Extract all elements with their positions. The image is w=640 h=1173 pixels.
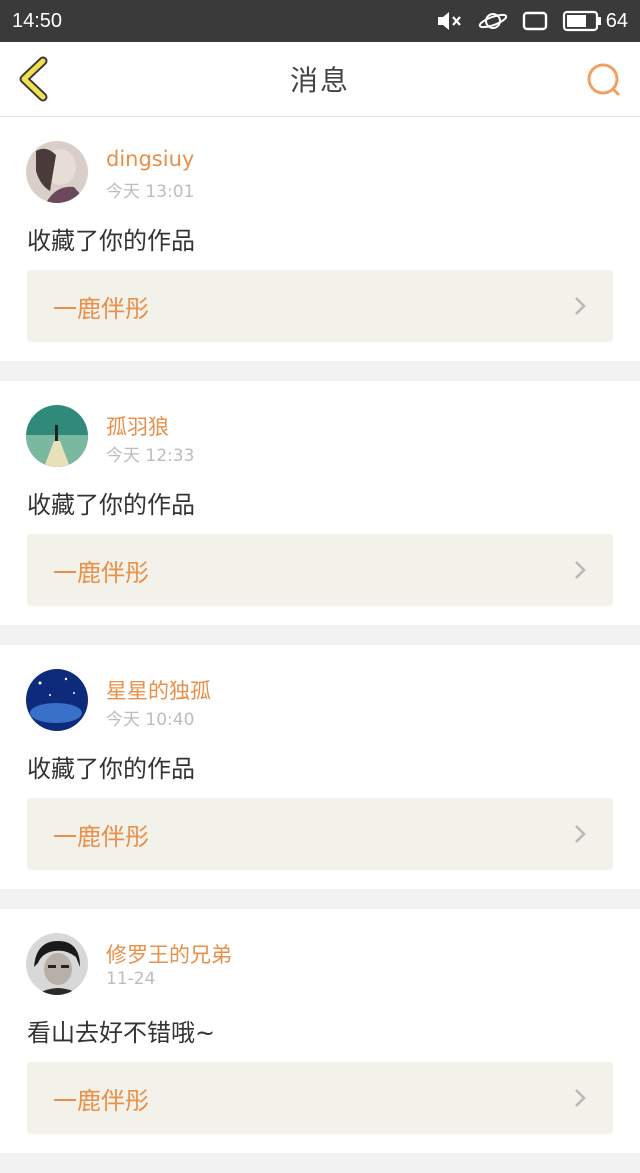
back-button[interactable] — [16, 56, 52, 102]
work-title: 一鹿伴彤 — [53, 558, 149, 587]
message-text: 收藏了你的作品 — [27, 227, 195, 255]
search-icon — [587, 63, 620, 96]
avatar[interactable] — [26, 141, 88, 203]
message-time: 11-24 — [106, 969, 156, 989]
user-name[interactable]: 星星的独孤 — [106, 675, 211, 705]
message-list: dingsiuy 今天 13:01 收藏了你的作品 一鹿伴彤 孤羽狼 今天 12… — [0, 117, 640, 1173]
message-time: 今天 10:40 — [106, 710, 195, 730]
message-time: 今天 12:33 — [106, 446, 195, 466]
message-card: 孤羽狼 今天 12:33 收藏了你的作品 一鹿伴彤 — [0, 381, 640, 625]
mute-icon — [436, 9, 464, 33]
message-text: 收藏了你的作品 — [27, 755, 195, 783]
message-card: dingsiuy 今天 13:01 收藏了你的作品 一鹿伴彤 — [0, 117, 640, 361]
message-card: 星星的独孤 今天 10:40 收藏了你的作品 一鹿伴彤 — [0, 645, 640, 889]
avatar[interactable] — [26, 669, 88, 731]
work-link[interactable]: 一鹿伴彤 — [27, 270, 613, 342]
battery-icon — [562, 10, 601, 32]
work-title: 一鹿伴彤 — [53, 294, 149, 323]
work-link[interactable]: 一鹿伴彤 — [27, 798, 613, 870]
app-header: 消息 — [0, 42, 640, 117]
work-title: 一鹿伴彤 — [53, 822, 149, 851]
message-text: 看山去好不错哦~ — [27, 1019, 216, 1047]
message-time: 今天 13:01 — [106, 182, 195, 202]
work-title: 一鹿伴彤 — [53, 1086, 149, 1115]
user-name[interactable]: 修罗王的兄弟 — [106, 939, 232, 969]
message-text: 收藏了你的作品 — [27, 491, 195, 519]
status-bar: 14:50 64 — [0, 0, 640, 42]
chevron-right-icon — [575, 297, 586, 315]
status-time: 14:50 — [12, 9, 63, 32]
chevron-right-icon — [575, 1089, 586, 1107]
chevron-left-icon — [19, 56, 48, 102]
user-name[interactable]: dingsiuy — [106, 147, 194, 171]
battery-indicator: 64 — [562, 10, 628, 33]
page-title: 消息 — [289, 64, 350, 97]
work-link[interactable]: 一鹿伴彤 — [27, 534, 613, 606]
status-icons: 64 — [436, 9, 628, 33]
screen-rotation-icon — [522, 10, 548, 32]
work-link[interactable]: 一鹿伴彤 — [27, 1062, 613, 1134]
chevron-right-icon — [575, 825, 586, 843]
avatar[interactable] — [26, 933, 88, 995]
user-name[interactable]: 孤羽狼 — [106, 411, 169, 441]
chevron-right-icon — [575, 561, 586, 579]
battery-level: 64 — [605, 9, 628, 32]
planet-icon — [478, 9, 508, 33]
avatar[interactable] — [26, 405, 88, 467]
search-button[interactable] — [584, 60, 624, 100]
message-card: 修罗王的兄弟 11-24 看山去好不错哦~ 一鹿伴彤 — [0, 909, 640, 1153]
